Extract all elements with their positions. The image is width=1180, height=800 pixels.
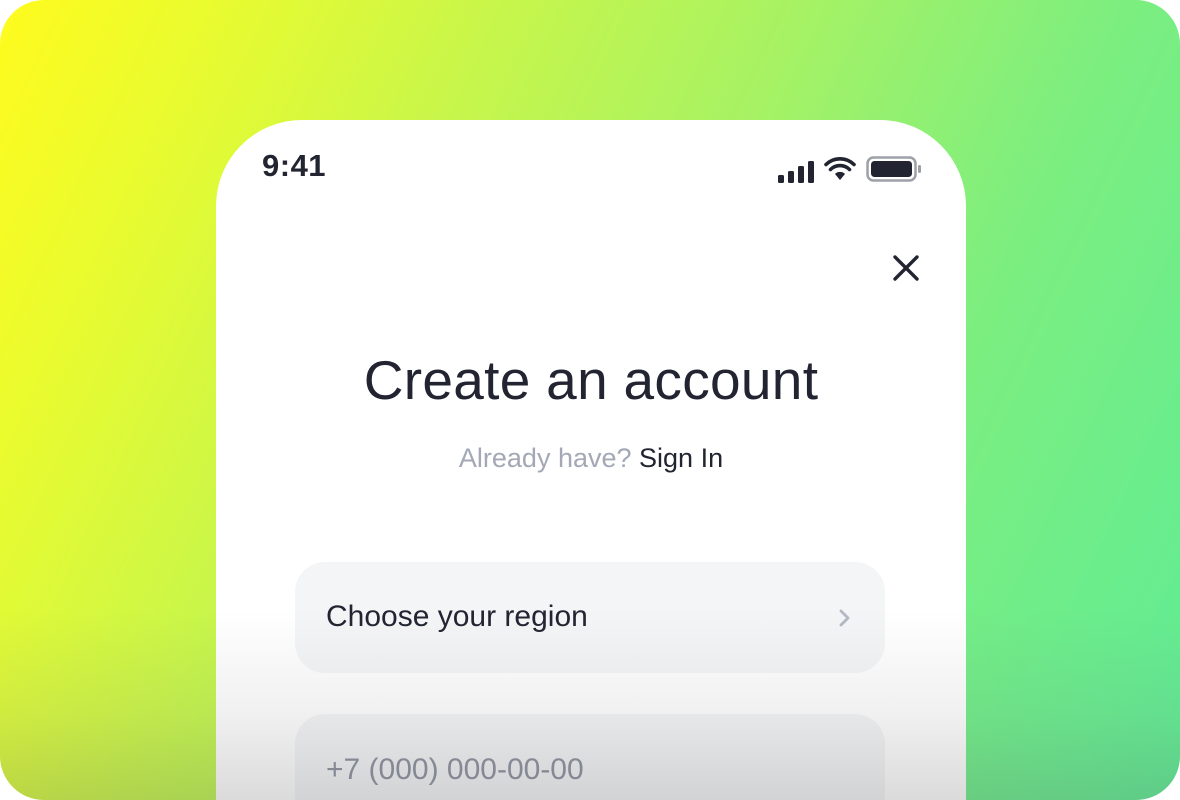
status-bar: 9:41 <box>216 120 966 210</box>
close-icon[interactable] <box>888 250 924 286</box>
region-label: Choose your region <box>326 600 588 633</box>
background-canvas: 9:41 Create an account Already have? Sig… <box>0 0 1180 800</box>
sign-in-prompt: Already have? Sign In <box>216 443 966 474</box>
page-title: Create an account <box>363 349 819 411</box>
region-selector[interactable]: Choose your region <box>295 562 885 673</box>
already-have-text: Already have? <box>458 443 632 473</box>
chevron-right-icon <box>839 609 850 627</box>
phone-field[interactable] <box>295 714 885 800</box>
status-time: 9:41 <box>262 148 327 183</box>
phone-input[interactable] <box>326 750 846 790</box>
phone-screen: 9:41 Create an account Already have? Sig… <box>216 120 966 800</box>
battery-icon <box>866 156 921 182</box>
wifi-icon <box>824 157 856 180</box>
cellular-signal-icon <box>778 161 814 183</box>
sign-in-link[interactable]: Sign In <box>639 443 723 473</box>
